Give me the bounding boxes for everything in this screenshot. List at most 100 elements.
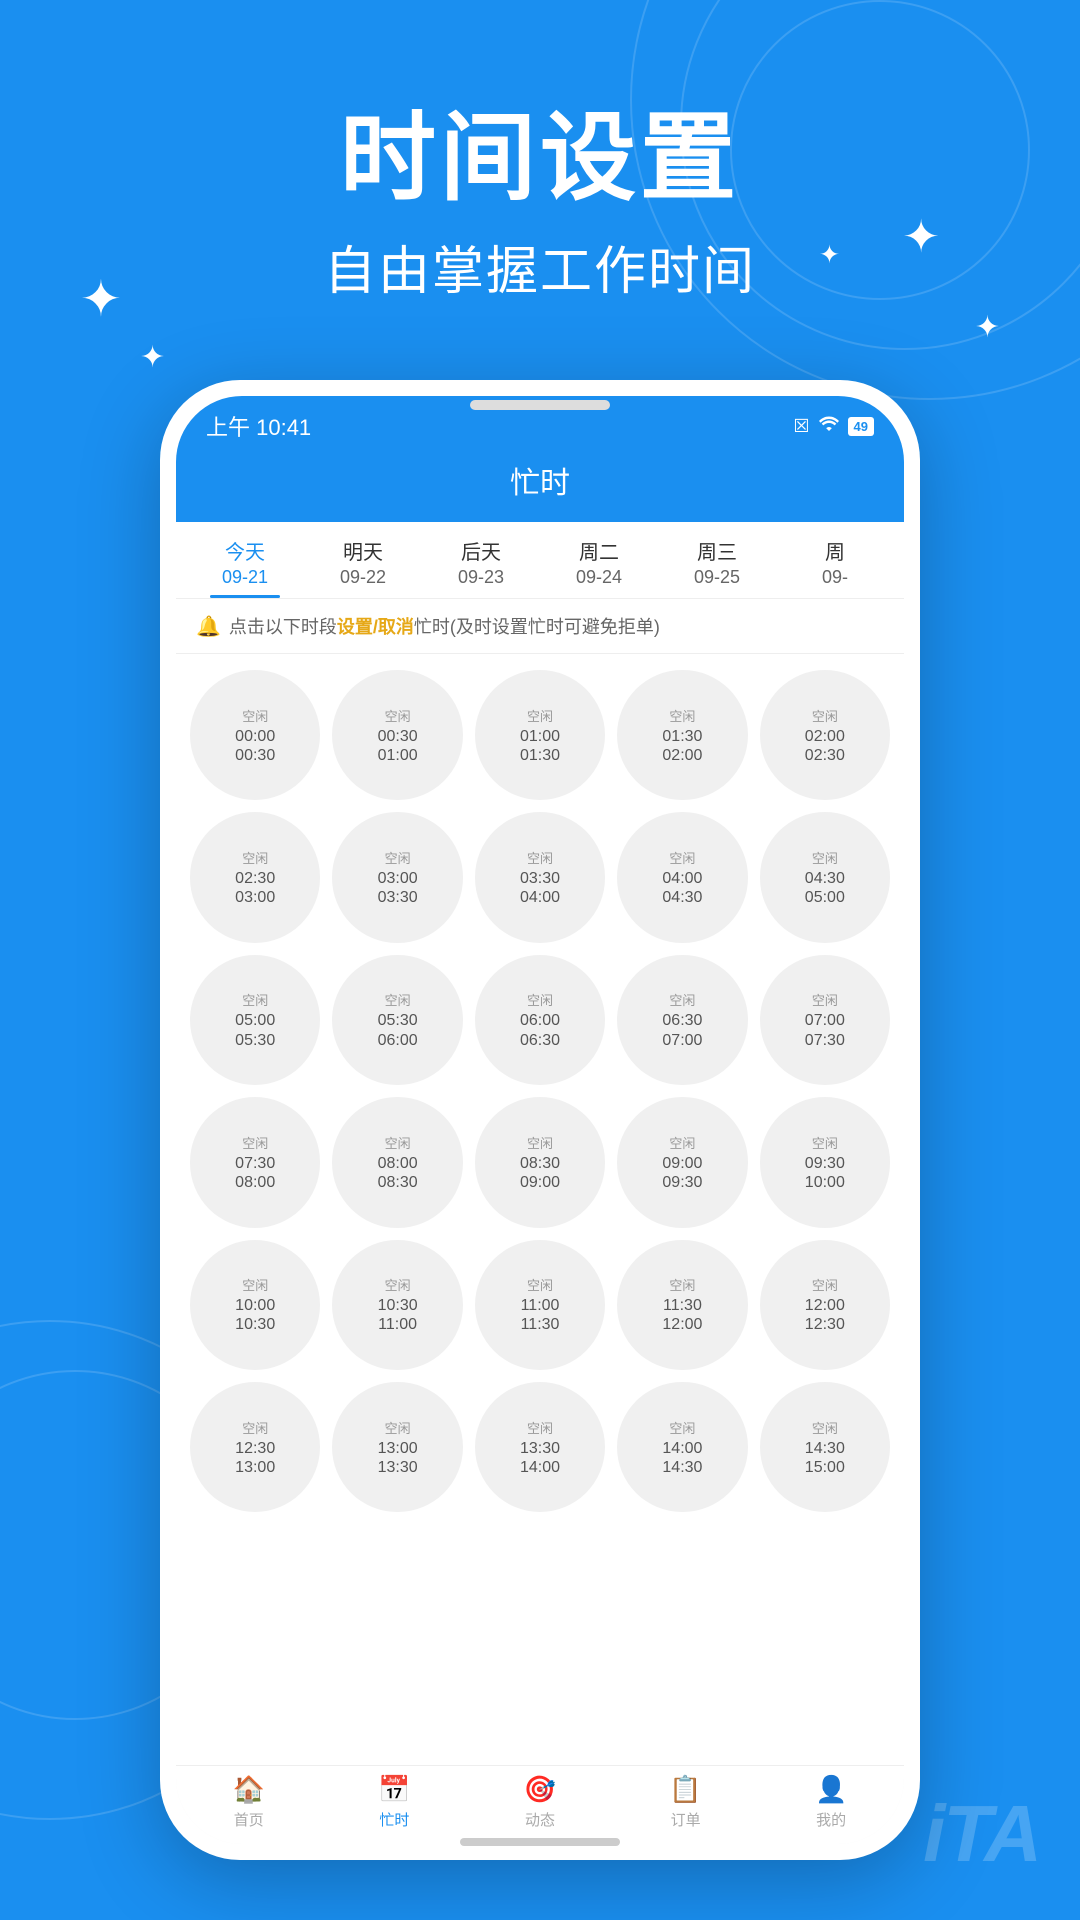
slot-time-start: 13:00 [378, 1439, 418, 1458]
day-name: 周 [780, 536, 890, 565]
time-slot-2[interactable]: 空闲 01:00 01:30 [475, 670, 605, 800]
time-slot-8[interactable]: 空闲 04:00 04:30 [617, 812, 747, 942]
day-tab-09-21[interactable]: 今天 09-21 [186, 522, 304, 598]
slot-status: 空闲 [669, 990, 695, 1009]
slot-time-start: 06:00 [520, 1011, 560, 1030]
time-slot-9[interactable]: 空闲 04:30 05:00 [760, 812, 890, 942]
battery-icon: 49 [848, 417, 874, 436]
day-date: 09-21 [190, 567, 300, 588]
home-indicator [460, 1838, 620, 1846]
time-slot-28[interactable]: 空闲 14:00 14:30 [617, 1382, 747, 1512]
slot-time-end: 13:00 [235, 1458, 275, 1477]
slot-status: 空闲 [812, 848, 838, 867]
time-slot-0[interactable]: 空闲 00:00 00:30 [190, 670, 320, 800]
slot-time-end: 02:30 [805, 746, 845, 765]
time-grid-scroll[interactable]: 空闲 00:00 00:30 空闲 00:30 01:00 空闲 01:00 0… [176, 654, 904, 1765]
time-slot-1[interactable]: 空闲 00:30 01:00 [332, 670, 462, 800]
slot-time-start: 06:30 [662, 1011, 702, 1030]
nav-icon-我的: 👤 [815, 1774, 847, 1805]
day-tab-09-23[interactable]: 后天 09-23 [422, 522, 540, 598]
slot-time-start: 00:00 [235, 727, 275, 746]
time-slot-21[interactable]: 空闲 10:30 11:00 [332, 1240, 462, 1370]
slot-time-end: 14:00 [520, 1458, 560, 1477]
slot-time-start: 04:30 [805, 869, 845, 888]
slot-time-start: 07:00 [805, 1011, 845, 1030]
nav-item-忙时[interactable]: 📅 忙时 [322, 1774, 468, 1830]
day-date: 09-22 [308, 567, 418, 588]
day-name: 今天 [190, 536, 300, 565]
time-slot-25[interactable]: 空闲 12:30 13:00 [190, 1382, 320, 1512]
wifi-icon [818, 415, 840, 438]
time-slot-17[interactable]: 空闲 08:30 09:00 [475, 1097, 605, 1227]
slot-time-start: 14:30 [805, 1439, 845, 1458]
time-slot-10[interactable]: 空闲 05:00 05:30 [190, 955, 320, 1085]
slot-time-end: 15:00 [805, 1458, 845, 1477]
time-slot-20[interactable]: 空闲 10:00 10:30 [190, 1240, 320, 1370]
nav-item-我的[interactable]: 👤 我的 [758, 1774, 904, 1830]
slot-time-end: 04:30 [662, 888, 702, 907]
status-icons: ☒ 49 [793, 415, 874, 438]
slot-time-end: 06:00 [378, 1031, 418, 1050]
time-slot-19[interactable]: 空闲 09:30 10:00 [760, 1097, 890, 1227]
nav-item-动态[interactable]: 🎯 动态 [467, 1774, 613, 1830]
notice-text: 点击以下时段设置/取消忙时(及时设置忙时可避免拒单) [229, 613, 660, 639]
day-date: 09-24 [544, 567, 654, 588]
time-slot-29[interactable]: 空闲 14:30 15:00 [760, 1382, 890, 1512]
slot-time-end: 11:30 [521, 1315, 560, 1334]
time-slot-23[interactable]: 空闲 11:30 12:00 [617, 1240, 747, 1370]
time-slot-6[interactable]: 空闲 03:00 03:30 [332, 812, 462, 942]
time-slot-24[interactable]: 空闲 12:00 12:30 [760, 1240, 890, 1370]
slot-time-end: 11:00 [378, 1315, 417, 1334]
day-tab-09-22[interactable]: 明天 09-22 [304, 522, 422, 598]
slot-time-end: 02:00 [662, 746, 702, 765]
time-slot-12[interactable]: 空闲 06:00 06:30 [475, 955, 605, 1085]
slot-time-end: 12:00 [662, 1315, 702, 1334]
nav-item-订单[interactable]: 📋 订单 [613, 1774, 759, 1830]
day-tab-09-25[interactable]: 周三 09-25 [658, 522, 776, 598]
day-tab-09-[interactable]: 周 09- [776, 522, 894, 598]
slot-time-start: 01:00 [520, 727, 560, 746]
time-slot-18[interactable]: 空闲 09:00 09:30 [617, 1097, 747, 1227]
nav-label-忙时: 忙时 [379, 1809, 409, 1830]
slot-time-start: 09:00 [662, 1154, 702, 1173]
nav-icon-首页: 🏠 [233, 1774, 265, 1805]
time-slot-11[interactable]: 空闲 05:30 06:00 [332, 955, 462, 1085]
slot-status: 空闲 [242, 990, 268, 1009]
nav-label-我的: 我的 [816, 1809, 846, 1830]
watermark: iTA [923, 1788, 1040, 1880]
slot-status: 空闲 [812, 1133, 838, 1152]
time-slot-26[interactable]: 空闲 13:00 13:30 [332, 1382, 462, 1512]
time-slot-7[interactable]: 空闲 03:30 04:00 [475, 812, 605, 942]
bottom-nav: 🏠 首页 📅 忙时 🎯 动态 📋 订单 👤 我的 [176, 1765, 904, 1844]
time-slot-15[interactable]: 空闲 07:30 08:00 [190, 1097, 320, 1227]
slot-time-end: 09:00 [520, 1173, 560, 1192]
phone-mockup: 上午 10:41 ☒ 49 忙时 [160, 380, 920, 1860]
slot-status: 空闲 [385, 1133, 411, 1152]
nav-label-首页: 首页 [234, 1809, 264, 1830]
time-slot-16[interactable]: 空闲 08:00 08:30 [332, 1097, 462, 1227]
bell-icon: 🔔 [196, 614, 221, 639]
slot-status: 空闲 [385, 1275, 411, 1294]
slot-time-end: 05:00 [805, 888, 845, 907]
time-slot-22[interactable]: 空闲 11:00 11:30 [475, 1240, 605, 1370]
slot-status: 空闲 [242, 1275, 268, 1294]
slot-time-start: 13:30 [520, 1439, 560, 1458]
slot-status: 空闲 [812, 1418, 838, 1437]
time-slot-3[interactable]: 空闲 01:30 02:00 [617, 670, 747, 800]
time-slot-27[interactable]: 空闲 13:30 14:00 [475, 1382, 605, 1512]
time-slot-5[interactable]: 空闲 02:30 03:00 [190, 812, 320, 942]
page-title: 时间设置 [0, 80, 1080, 219]
page-subtitle: 自由掌握工作时间 [0, 229, 1080, 304]
day-date: 09-25 [662, 567, 772, 588]
slot-time-end: 03:30 [378, 888, 418, 907]
time-slot-4[interactable]: 空闲 02:00 02:30 [760, 670, 890, 800]
nav-label-订单: 订单 [671, 1809, 701, 1830]
slot-status: 空闲 [527, 706, 553, 725]
sparkle-icon-4: ✦ [975, 310, 1000, 345]
time-slot-14[interactable]: 空闲 07:00 07:30 [760, 955, 890, 1085]
slot-time-start: 05:30 [378, 1011, 418, 1030]
time-slot-13[interactable]: 空闲 06:30 07:00 [617, 955, 747, 1085]
nav-item-首页[interactable]: 🏠 首页 [176, 1774, 322, 1830]
day-tab-09-24[interactable]: 周二 09-24 [540, 522, 658, 598]
day-date: 09-23 [426, 567, 536, 588]
